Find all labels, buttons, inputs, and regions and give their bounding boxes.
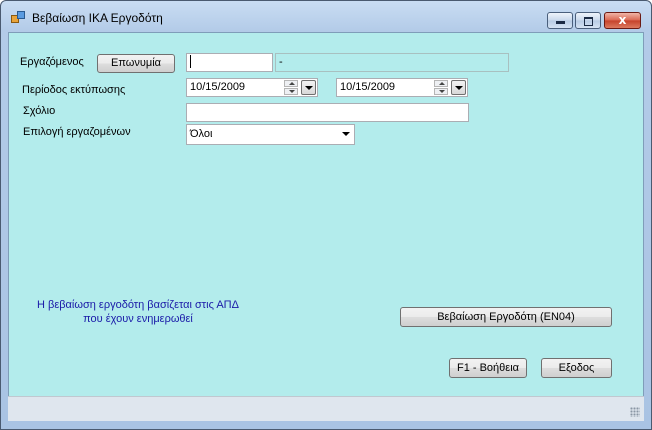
employee-name-field: - xyxy=(275,53,509,72)
app-window: Βεβαίωση ΙΚΑ Εργοδότη x Εργαζόμενος Επων… xyxy=(0,0,652,430)
text-caret xyxy=(190,54,191,68)
window-title: Βεβαίωση ΙΚΑ Εργοδότη xyxy=(32,11,163,25)
form-client-area: Εργαζόμενος Επωνυμία - Περίοδος εκτύπωση… xyxy=(8,32,644,421)
info-note-line-1: Η βεβαίωση εργοδότη βασίζεται στις ΑΠΔ xyxy=(37,299,239,311)
help-button[interactable]: F1 - Βοήθεια xyxy=(449,358,527,378)
surname-button[interactable]: Επωνυμία xyxy=(97,54,175,73)
employee-code-input[interactable] xyxy=(186,53,273,72)
date-to-picker[interactable]: 10/15/2009 xyxy=(336,78,468,97)
employee-label: Εργαζόμενος xyxy=(20,56,84,68)
select-employees-value: Όλοι xyxy=(190,128,213,140)
spin-down-icon[interactable] xyxy=(434,88,448,95)
maximize-button[interactable] xyxy=(575,12,601,29)
date-to-spinner[interactable] xyxy=(434,80,448,95)
exit-button[interactable]: Εξοδος xyxy=(541,358,612,378)
spin-up-icon[interactable] xyxy=(434,80,448,87)
spin-down-icon[interactable] xyxy=(284,88,298,95)
comment-input[interactable] xyxy=(186,103,469,122)
title-bar[interactable]: Βεβαίωση ΙΚΑ Εργοδότη x xyxy=(1,1,651,31)
date-to-dropdown-button[interactable] xyxy=(451,80,466,95)
employer-certificate-button[interactable]: Βεβαίωση Εργοδότη (ΕΝ04) xyxy=(400,307,612,327)
status-bar xyxy=(8,396,644,421)
maximize-icon xyxy=(584,17,593,26)
info-note: Η βεβαίωση εργοδότη βασίζεται στις ΑΠΔ π… xyxy=(21,298,255,326)
close-button[interactable]: x xyxy=(604,12,641,29)
minimize-button[interactable] xyxy=(547,12,573,29)
spin-up-icon[interactable] xyxy=(284,80,298,87)
close-icon: x xyxy=(618,13,627,27)
date-from-spinner[interactable] xyxy=(284,80,298,95)
date-from-picker[interactable]: 10/15/2009 xyxy=(186,78,318,97)
resize-grip-icon[interactable] xyxy=(630,407,640,417)
date-to-value: 10/15/2009 xyxy=(340,81,396,93)
chevron-down-icon[interactable] xyxy=(342,132,350,136)
app-icon xyxy=(11,11,25,23)
date-from-dropdown-button[interactable] xyxy=(301,80,316,95)
minimize-icon xyxy=(556,21,565,24)
date-from-value: 10/15/2009 xyxy=(190,81,246,93)
select-employees-combo[interactable]: Όλοι xyxy=(186,124,355,145)
info-note-line-2: που έχουν ενημερωθεί xyxy=(83,313,193,325)
select-employees-label: Επιλογή εργαζομένων xyxy=(23,126,131,138)
print-period-label: Περίοδος εκτύπωσης xyxy=(22,84,126,96)
comment-label: Σχόλιο xyxy=(23,105,56,117)
